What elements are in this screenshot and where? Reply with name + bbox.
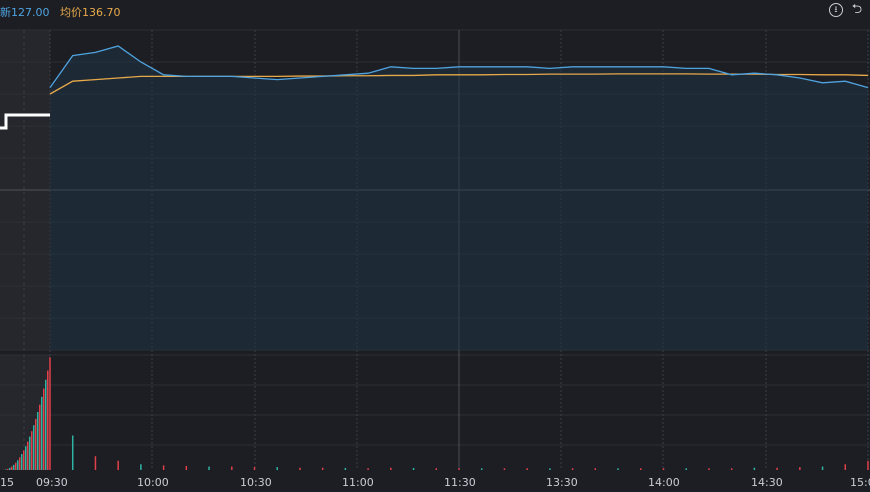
volume-bar	[708, 468, 710, 470]
volume-bar	[71, 435, 74, 470]
pre-market-volume-bar	[37, 411, 39, 470]
x-tick-label: 10:30	[240, 476, 272, 489]
pre-market-volume-bar	[33, 425, 35, 470]
pre-market-volume-bar	[13, 464, 15, 470]
volume-bar	[844, 464, 847, 470]
volume-bar	[867, 460, 869, 470]
volume-bar	[617, 468, 619, 470]
pre-market-volume-bar	[7, 468, 9, 470]
pre-market-volume-bar	[43, 388, 45, 470]
volume-bar	[49, 357, 51, 470]
pre-market-volume-bar	[9, 467, 11, 470]
pre-market-volume-bar	[39, 404, 41, 470]
pre-market-volume-bar	[35, 418, 37, 470]
volume-bar	[390, 467, 392, 470]
volume-bar	[503, 468, 506, 470]
pre-market-volume-bar	[41, 396, 43, 470]
volume-bar	[753, 467, 756, 470]
volume-bar	[185, 465, 188, 470]
x-tick-label: 14:00	[648, 476, 680, 489]
volume-bar	[730, 468, 733, 470]
volume-bar	[776, 467, 778, 470]
volume-bar	[94, 456, 97, 470]
volume-bar	[117, 460, 119, 470]
volume-bar	[140, 464, 142, 470]
pre-market-volume-bar	[25, 446, 27, 470]
x-tick-label: 13:30	[546, 476, 578, 489]
volume-bar	[821, 466, 824, 470]
pre-market-volume-bar	[47, 370, 49, 470]
volume-bar	[231, 466, 233, 470]
volume-bar	[799, 467, 801, 470]
x-tick-label: 14:30	[751, 476, 783, 489]
volume-bar	[253, 467, 256, 470]
volume-bar	[549, 468, 551, 470]
pre-market-volume-bar	[19, 457, 21, 470]
x-tick-label: 15	[0, 476, 14, 489]
volume-bar	[162, 465, 165, 470]
pre-market-volume-bar	[23, 450, 25, 470]
pre-market-volume-bar	[11, 466, 13, 470]
volume-bar	[526, 468, 528, 470]
x-tick-label: 15:0	[850, 476, 870, 489]
volume-bar	[685, 468, 687, 470]
volume-bar	[299, 467, 301, 470]
volume-bar	[640, 468, 642, 470]
chart-canvas: 15 09:30 10:00 10:30 11:00 11:30 13:30 14:00 14:…	[0, 29, 870, 489]
pre-market-volume-bar	[45, 379, 47, 470]
x-tick-label: 10:00	[137, 476, 169, 489]
volume-bar	[276, 467, 278, 470]
volume-bar	[344, 467, 347, 470]
volume-bar	[367, 468, 369, 470]
volume-bar	[458, 468, 460, 470]
pre-market-volume-bar	[21, 454, 23, 470]
volume-bar	[208, 466, 210, 470]
volume-bar	[321, 467, 324, 470]
volume-bar	[662, 468, 665, 470]
x-tick-label: 09:30	[36, 476, 68, 489]
volume-bar	[571, 468, 574, 470]
pre-market-volume-bar	[29, 436, 31, 470]
pre-market-volume-bar	[31, 431, 33, 470]
volume-bar	[412, 467, 415, 470]
pre-market-volume-bar	[15, 462, 17, 470]
volume-bar	[435, 468, 438, 470]
volume-bar	[480, 468, 483, 470]
price-area-fill	[50, 46, 868, 350]
x-tick-label: 11:00	[342, 476, 374, 489]
x-tick-label: 11:30	[444, 476, 476, 489]
pre-market-volume-bar	[17, 460, 19, 470]
intraday-chart: 新127.00 均价136.70 ⭳ ⮌ 15 09:30 10:00 10:30 11…	[0, 0, 870, 492]
volume-bar	[594, 468, 597, 470]
pre-market-volume-bar	[27, 441, 29, 470]
